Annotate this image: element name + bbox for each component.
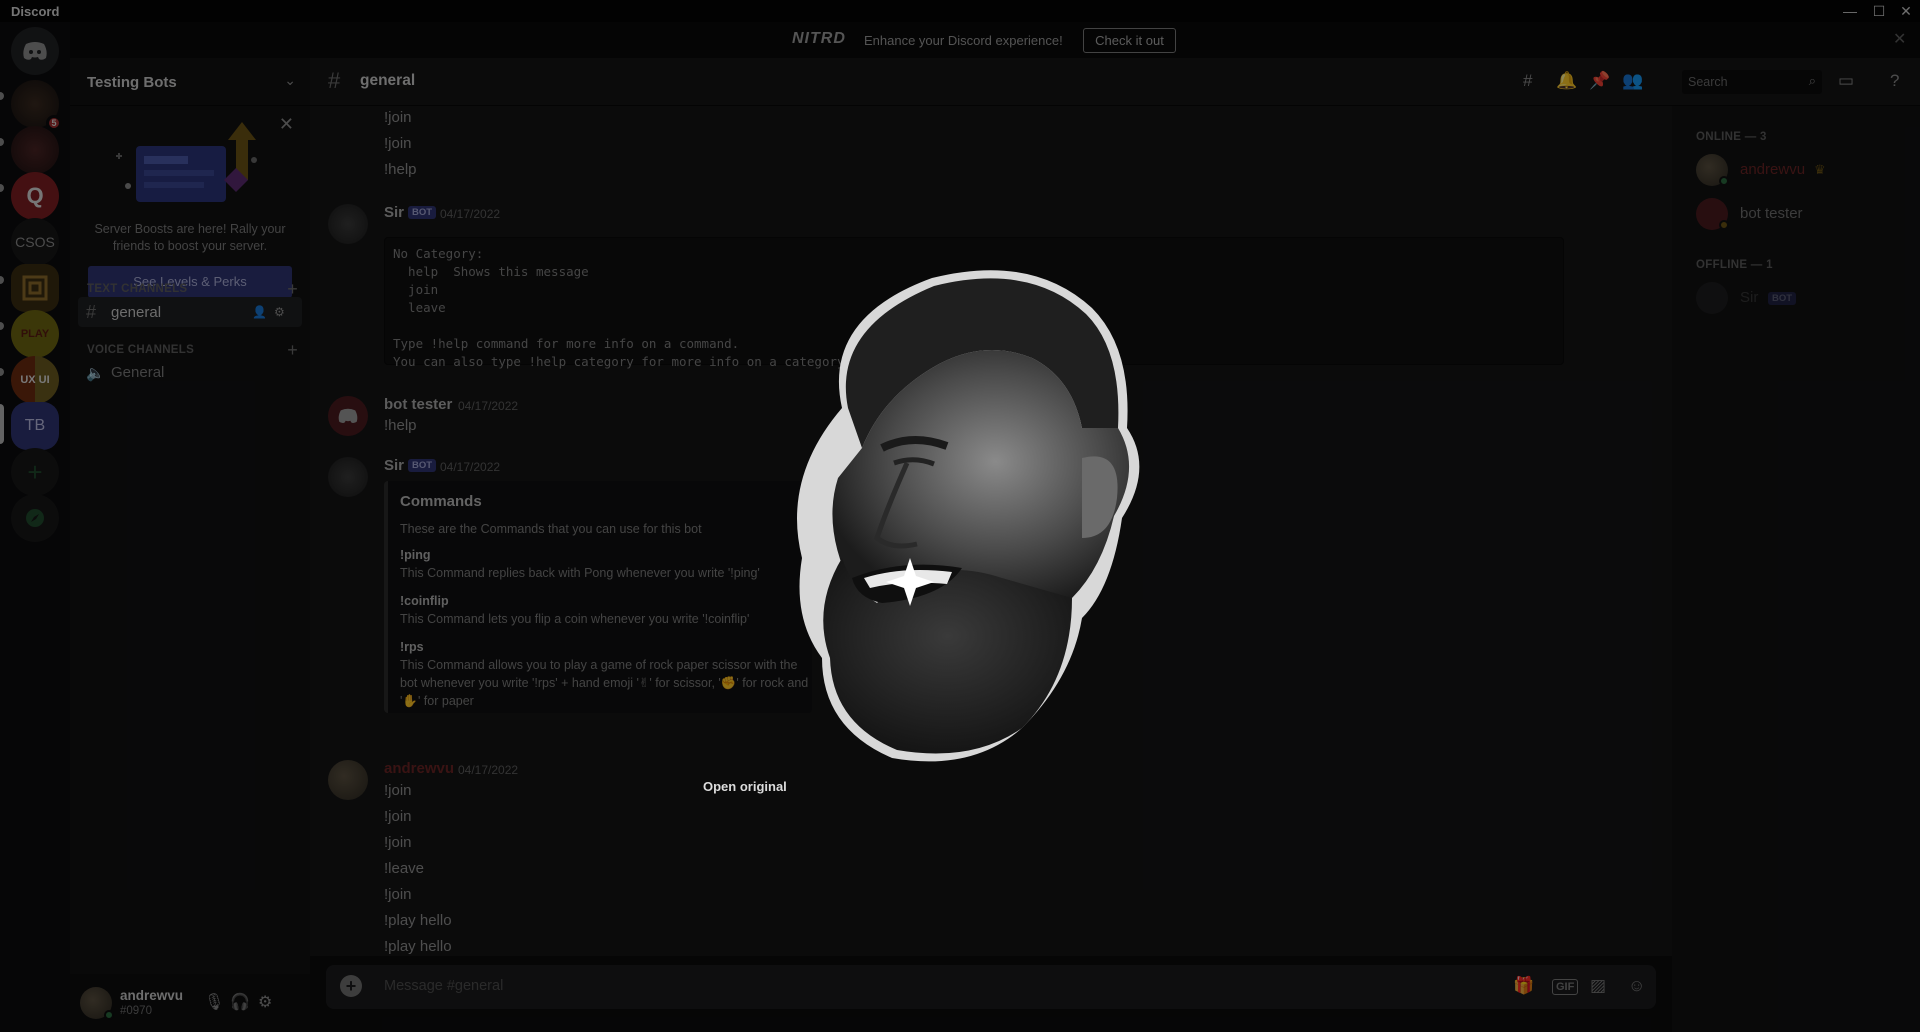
open-original-link[interactable]: Open original: [703, 779, 787, 794]
enlarged-image: [797, 270, 1140, 762]
